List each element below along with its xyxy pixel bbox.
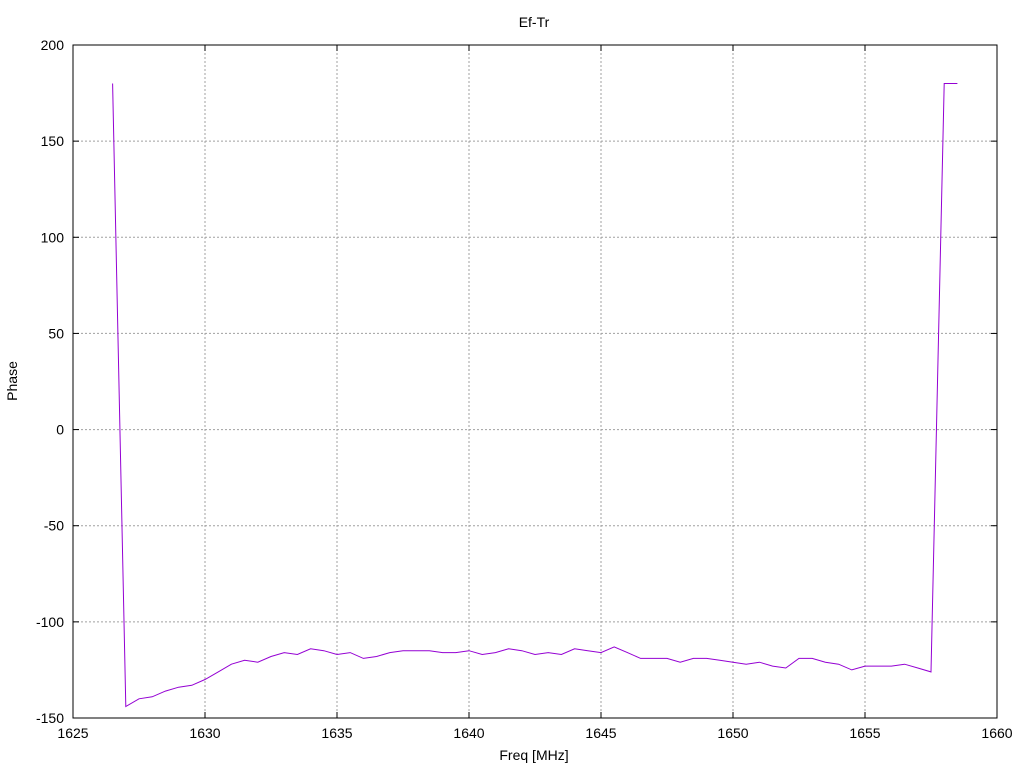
y-axis-label: Phase <box>4 361 20 401</box>
phase-series-line <box>112 83 958 708</box>
y-tick-label: 100 <box>41 229 65 245</box>
x-tick-label: 1650 <box>717 725 748 741</box>
phase-chart: Ef-Tr 1625 1630 1635 1640 1645 1650 1655 1660 -1… <box>4 14 1013 763</box>
y-tick-label: 0 <box>56 422 64 438</box>
x-tick-label: 1645 <box>585 725 616 741</box>
x-tick-label: 1640 <box>453 725 484 741</box>
x-tick-label: 1660 <box>981 725 1012 741</box>
chart-title: Ef-Tr <box>519 14 550 30</box>
plot-frame <box>72 44 998 719</box>
tick-labels: 1625 1630 1635 1640 1645 1650 1655 1660 -150 -100… <box>36 37 1013 741</box>
x-tick-label: 1655 <box>849 725 880 741</box>
y-tick-label: 150 <box>41 133 65 149</box>
series-group <box>112 83 958 708</box>
y-tick-label: 200 <box>41 37 65 53</box>
y-tick-label: -50 <box>44 518 64 534</box>
axis-ticks <box>72 44 998 719</box>
y-tick-label: -150 <box>36 710 64 726</box>
x-tick-label: 1635 <box>321 725 352 741</box>
y-tick-label: -100 <box>36 614 64 630</box>
y-tick-label: 50 <box>48 325 64 341</box>
x-tick-label: 1625 <box>57 725 88 741</box>
x-tick-label: 1630 <box>189 725 220 741</box>
x-axis-label: Freq [MHz] <box>499 747 568 763</box>
grid-lines <box>73 45 997 718</box>
